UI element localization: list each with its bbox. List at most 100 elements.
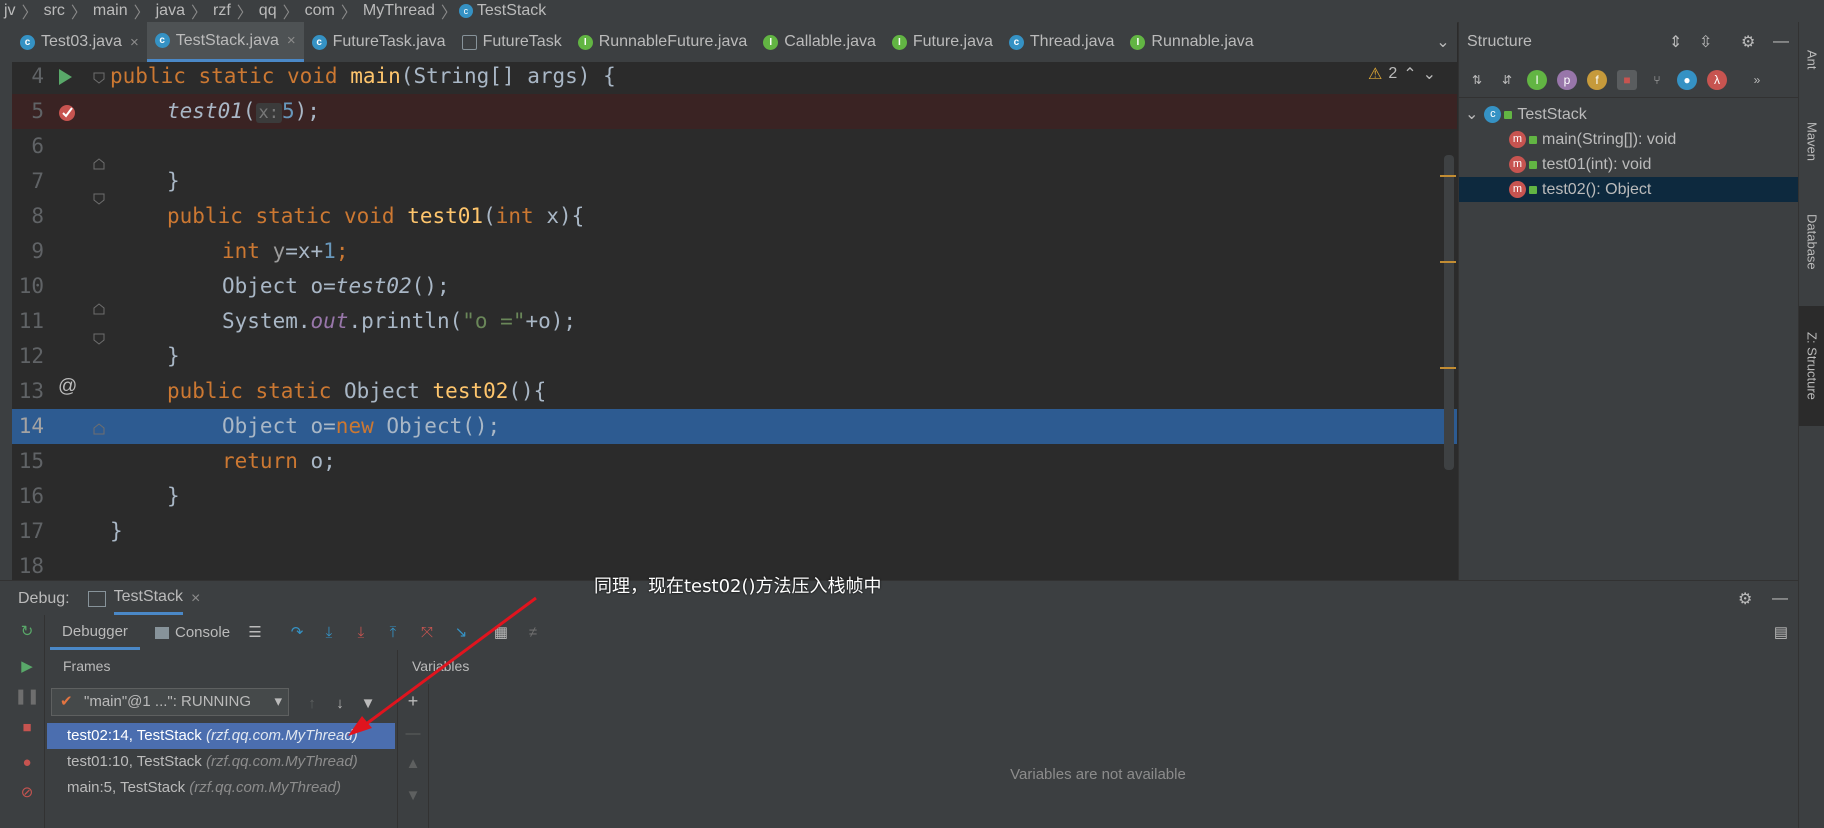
- tree-item-main[interactable]: m main(String[]): void: [1459, 127, 1824, 152]
- sort-visibility-icon[interactable]: ⇵: [1497, 70, 1517, 90]
- move-down-icon[interactable]: ▼: [404, 786, 422, 804]
- gear-icon[interactable]: ⚙: [1738, 589, 1752, 609]
- step-into-icon[interactable]: ⤓: [320, 623, 338, 641]
- tab-test03[interactable]: c Test03.java ×: [12, 22, 147, 62]
- breadcrumb-item[interactable]: src: [44, 2, 65, 20]
- right-tool-strip: Ant Maven Database Z: Structure: [1798, 22, 1824, 828]
- tool-window-database[interactable]: Database: [1799, 192, 1824, 292]
- menu-icon[interactable]: ☰: [246, 623, 264, 641]
- lock-icon[interactable]: ■: [1617, 69, 1637, 90]
- breadcrumb-item[interactable]: MyThread: [363, 2, 435, 20]
- rerun-icon[interactable]: ↻: [18, 622, 36, 640]
- code-editor[interactable]: 4 public static void main(String[] args) …: [12, 62, 1457, 580]
- chevron-down-icon[interactable]: ⌄: [1432, 22, 1454, 62]
- check-icon: ✔: [60, 693, 73, 710]
- inherited-icon[interactable]: I: [1527, 69, 1547, 90]
- chevron-down-icon[interactable]: ⌄: [1423, 64, 1436, 84]
- fold-icon[interactable]: [92, 422, 106, 436]
- line-number: 4: [31, 64, 44, 88]
- thread-select[interactable]: ✔ "main"@1 ...": RUNNING ▾: [51, 688, 289, 716]
- fold-icon[interactable]: [92, 332, 106, 346]
- frame-row[interactable]: main:5, TestStack (rzf.qq.com.MyThread): [47, 775, 395, 801]
- view-breakpoints-icon[interactable]: ●: [18, 753, 36, 771]
- resume-icon[interactable]: ▶: [18, 657, 36, 675]
- run-icon[interactable]: [57, 68, 73, 86]
- class-icon: c: [1484, 106, 1502, 124]
- non-public-icon[interactable]: ●: [1677, 69, 1697, 90]
- tab-futuretask-java[interactable]: c FutureTask.java: [304, 22, 454, 62]
- code-line: 4 public static void main(String[] args) …: [12, 62, 1457, 94]
- minimize-icon[interactable]: —: [1772, 590, 1788, 608]
- tab-callable[interactable]: I Callable.java: [755, 22, 884, 62]
- tab-futuretask-structure[interactable]: FutureTask: [454, 22, 570, 62]
- method-icon: m: [1509, 181, 1526, 199]
- breadcrumb-item[interactable]: qq: [259, 2, 277, 20]
- stop-icon[interactable]: ■: [18, 718, 36, 736]
- gear-icon[interactable]: ⚙: [1741, 32, 1755, 52]
- close-icon[interactable]: ×: [191, 590, 200, 608]
- close-icon[interactable]: ×: [287, 32, 296, 49]
- scroll-marker: [1440, 175, 1456, 177]
- code-line: 15 return o;: [12, 444, 1457, 479]
- collapse-all-icon[interactable]: ⇳: [1699, 32, 1712, 52]
- lock-icon: [1504, 110, 1513, 119]
- properties-icon[interactable]: p: [1557, 69, 1577, 90]
- tab-thread[interactable]: c Thread.java: [1001, 22, 1123, 62]
- mute-breakpoints-icon[interactable]: ⊘: [18, 783, 36, 801]
- editor-scrollbar[interactable]: [1444, 155, 1454, 470]
- breadcrumb-item[interactable]: jv: [4, 2, 16, 20]
- breadcrumb-item[interactable]: rzf: [213, 2, 231, 20]
- tab-debugger[interactable]: Debugger: [50, 615, 140, 650]
- chevron-up-icon[interactable]: ⌃: [1403, 64, 1416, 84]
- fold-icon[interactable]: [92, 302, 106, 316]
- step-over-icon[interactable]: ↷: [288, 623, 306, 641]
- breakpoint-icon[interactable]: [57, 102, 77, 122]
- tool-window-ant[interactable]: Ant: [1799, 30, 1824, 90]
- tab-runnablefuture[interactable]: I RunnableFuture.java: [570, 22, 756, 62]
- tree-root-teststack[interactable]: ⌄ c TestStack: [1459, 102, 1805, 127]
- breadcrumb-item[interactable]: com: [305, 2, 335, 20]
- layout-icon[interactable]: ▤: [1772, 623, 1790, 641]
- close-icon[interactable]: ×: [130, 34, 139, 51]
- breadcrumb-item[interactable]: TestStack: [477, 2, 546, 20]
- expand-all-icon[interactable]: ⇕: [1669, 32, 1682, 52]
- breadcrumb-item[interactable]: java: [156, 2, 185, 20]
- fold-icon[interactable]: [92, 192, 106, 206]
- fields-icon[interactable]: f: [1587, 69, 1607, 90]
- parameter-hint: x:: [255, 103, 282, 123]
- tab-label: Runnable.java: [1151, 33, 1254, 50]
- pause-icon[interactable]: ❚❚: [14, 687, 39, 705]
- lambda-icon[interactable]: λ: [1707, 69, 1727, 90]
- line-code: Object o=new Object();: [222, 414, 501, 438]
- method-icon: m: [1509, 131, 1526, 149]
- tool-window-maven[interactable]: Maven: [1799, 102, 1824, 182]
- tab-label: FutureTask: [482, 33, 562, 50]
- frame-row[interactable]: test01:10, TestStack (rzf.qq.com.MyThrea…: [47, 749, 395, 775]
- debug-session-tab[interactable]: TestStack: [113, 582, 183, 615]
- tab-future[interactable]: I Future.java: [884, 22, 1001, 62]
- fold-icon[interactable]: [92, 157, 106, 171]
- tool-window-structure[interactable]: Z: Structure: [1799, 306, 1824, 426]
- fold-icon[interactable]: [92, 71, 106, 85]
- line-number: 11: [18, 309, 44, 333]
- chevron-down-icon[interactable]: ⌄: [1465, 106, 1478, 123]
- line-code: public static void main(String[] args) {: [110, 64, 616, 88]
- arrow-up-icon[interactable]: ↑: [303, 694, 321, 712]
- tab-console[interactable]: Console: [155, 615, 235, 650]
- warnings-indicator[interactable]: ⚠ 2 ⌃ ⌄: [1368, 64, 1436, 84]
- tree-item-test02[interactable]: m test02(): Object: [1459, 177, 1824, 202]
- lock-icon: [1529, 135, 1537, 144]
- chevron-right-icon: 〉: [133, 5, 150, 22]
- tab-runnable[interactable]: I Runnable.java: [1122, 22, 1261, 62]
- more-icon[interactable]: »: [1747, 70, 1767, 90]
- anonymous-classes-icon[interactable]: ⑂: [1647, 70, 1667, 90]
- sort-alpha-icon[interactable]: ⇅: [1467, 70, 1487, 90]
- tab-teststack[interactable]: c TestStack.java ×: [146, 22, 304, 62]
- override-icon[interactable]: @: [58, 376, 77, 398]
- breadcrumb-item[interactable]: main: [93, 2, 128, 20]
- tree-label: main(String[]): void: [1542, 131, 1677, 148]
- console-icon: [155, 626, 169, 639]
- line-code: public static void test01(int x){: [167, 204, 585, 228]
- minimize-icon[interactable]: —: [1773, 33, 1789, 51]
- tree-item-test01[interactable]: m test01(int): void: [1459, 152, 1824, 177]
